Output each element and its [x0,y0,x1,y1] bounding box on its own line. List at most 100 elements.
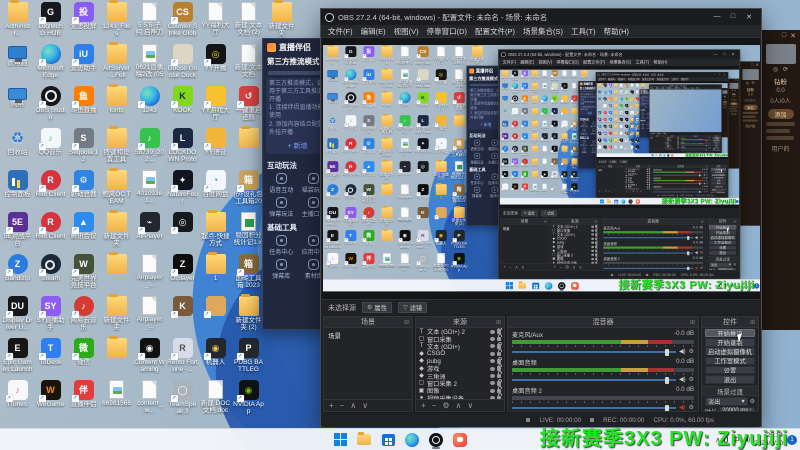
desktop-icon[interactable]: ▲腾讯会议 [68,212,99,240]
desktop-icon[interactable]: SYSY直播助手 [342,207,359,226]
visibility-eye-icon[interactable] [490,381,495,386]
desktop-icon[interactable]: 5E5E对战平台 [597,117,602,124]
desktop-icon[interactable]: Microsoft Edge [602,90,607,96]
desktop-icon[interactable] [530,145,539,152]
desktop-icon[interactable]: 网络 [324,92,341,104]
obs-preview-canvas[interactable]: Administr...GLogitech G HUB投爱思投屏1243_Fil… [499,65,740,209]
desktop-icon[interactable]: GLogitech G HUB [35,2,66,38]
menu-item[interactable]: 停靠窗口(D) [554,59,581,65]
desktop-icon[interactable]: 网络 [597,97,602,101]
visibility-eye-icon[interactable] [490,351,495,356]
menu-item[interactable]: 场景集合(S) [519,26,567,37]
menu-item[interactable]: 编辑(E) [357,26,390,37]
desktop-icon[interactable]: DUDisplay Driver U... [500,158,510,169]
desktop-icon[interactable]: ◎ [167,212,198,234]
move-up-button[interactable]: ∧ [636,190,638,193]
desktop-icon[interactable]: EEpic Games Launcher [2,338,33,374]
desktop-icon[interactable]: 起点-快捷方式 [629,117,634,124]
volume-slider[interactable] [653,190,703,193]
desktop-icon[interactable]: Goose Goose Duck [414,69,431,88]
properties-button[interactable]: ⚙ 属性 [608,160,618,164]
desktop-icon[interactable]: 1243_Files [613,83,618,89]
dock-pin-icon[interactable]: ⊞ [621,165,623,167]
desktop-icon[interactable]: 1 [200,252,231,282]
desktop-icon[interactable]: DUDisplay Driver U... [324,207,341,226]
dock-pin-icon[interactable]: ⊞ [496,319,501,326]
move-up-button[interactable]: ∧ [350,401,356,410]
move-up-button[interactable]: ∧ [605,190,607,193]
add-source-button[interactable]: + [553,265,556,270]
desktop-icon[interactable]: Microsoft Edge [342,69,359,88]
obs-preview-canvas[interactable]: Administr...GLogitech G HUB投爱思投屏1243_Fil… [596,81,728,160]
companion-feature[interactable]: 弹幕玩法 [265,196,298,218]
desktop-icon[interactable]: 新建文件夹 [530,157,539,169]
desktop-icon[interactable]: 新建 DOC 文档.doc [433,253,450,272]
menu-item[interactable]: 配置文件(P) [581,59,607,65]
desktop-icon[interactable]: iU爱思助手 [608,90,613,95]
desktop-icon[interactable]: OBS Studio [602,97,607,103]
desktop-icon[interactable]: YY语音 [560,108,569,116]
desktop-icon[interactable]: YY语音 [629,104,634,109]
visibility-eye-icon[interactable] [591,257,595,261]
dock-pin-icon[interactable]: ⊞ [707,165,709,167]
duration-spinner[interactable]: 20000 ms ↕ [716,267,737,271]
desktop-icon[interactable]: ♪iTunes [2,380,33,408]
desktop-icon[interactable]: 箱国砖工具箱 2023 [233,254,264,290]
desktop-icon[interactable]: DUDisplay Driver U... [2,296,33,332]
desktop-icon[interactable]: 1243_Files [378,45,395,65]
move-down-button[interactable]: ∨ [608,190,610,193]
dock-pin-icon[interactable]: ⊞ [734,219,737,223]
desktop-icon[interactable]: ⌁AirPlayer [396,161,413,176]
desktop-icon[interactable]: 5 5 5-子纯:启神刀剑→ [619,83,624,89]
desktop-icon[interactable]: W完美世界竞技平台 [360,184,377,203]
desktop-icon[interactable]: 新建文件夹 [378,159,395,180]
desktop-icon[interactable] [629,131,634,136]
desktop-icon[interactable]: 1 [560,145,569,154]
companion-feature[interactable]: 语音互动 [468,139,486,151]
desktop-icon[interactable]: RRiot Client [35,170,66,198]
desktop-icon[interactable]: 5 5 5-子纯:启神刀剑→ [540,70,549,81]
menu-item[interactable]: 帮助(H) [600,26,633,37]
desktop-icon[interactable]: 新建文件夹 [266,0,297,38]
maximize-icon[interactable]: □ [725,13,741,21]
lock-icon[interactable] [648,187,651,190]
taskbar-edge-icon[interactable] [404,432,420,448]
menu-item[interactable]: 帮助(H) [651,59,669,65]
desktop-icon[interactable] [378,182,395,196]
desktop-icon[interactable]: YY游戏大厅 [433,92,450,111]
desktop-icon[interactable]: ♪58739_202... [540,108,549,119]
desktop-icon[interactable]: WWeGame [510,183,519,192]
move-down-button[interactable]: ∨ [467,401,473,410]
taskbar-edge-icon[interactable] [621,199,626,204]
control-button[interactable]: 启动虚拟摄像机 [705,347,755,356]
desktop-icon[interactable]: ✦NatureFour [414,138,431,157]
desktop-icon[interactable]: RRiot Client [35,212,66,240]
desktop-icon[interactable]: W完美世界竞技平台 [520,145,529,157]
menu-item[interactable]: 场景集合(S) [607,59,633,65]
desktop-icon[interactable]: ZOtplayer [550,145,559,154]
close-icon[interactable]: ✕ [726,88,727,90]
desktop-icon[interactable]: K [624,131,629,136]
desktop-icon[interactable]: ♪QQ音乐 [602,104,607,109]
gear-icon[interactable]: ⚙ [700,251,703,254]
source-row[interactable]: ●视频采集设备 [416,393,504,399]
desktop-icon[interactable]: 新建 DOC 文档.doc [560,183,569,194]
maximize-icon[interactable]: □ [782,32,786,40]
desktop-icon[interactable]: TToDesk [602,138,607,144]
desktop-icon[interactable]: 鲍风OC TEAM [378,136,395,157]
speaker-icon[interactable]: ◀) [703,174,705,176]
maximize-icon[interactable]: □ [720,52,729,56]
minimize-icon[interactable]: — [711,52,720,56]
desktop-icon[interactable]: 5E5E对战平台 [500,133,509,144]
desktop-icon[interactable]: 1243 [396,92,413,107]
desktop-icon[interactable]: content_w... [540,183,549,194]
desktop-icon[interactable]: ♪iTunes [500,183,509,192]
desktop-icon[interactable]: 控制面板 [597,111,602,116]
visibility-eye-icon[interactable] [591,225,595,228]
add-scene-button[interactable]: + [503,265,506,270]
desktop-icon[interactable]: W完美世界竞技平台 [68,254,99,290]
desktop-icon[interactable]: 鱼斗鱼直播 [360,92,377,107]
desktop-icon[interactable]: ZBandizip [2,254,33,282]
taskbar-start-icon[interactable] [505,281,514,290]
desktop-icon[interactable]: Administr... [597,83,602,89]
